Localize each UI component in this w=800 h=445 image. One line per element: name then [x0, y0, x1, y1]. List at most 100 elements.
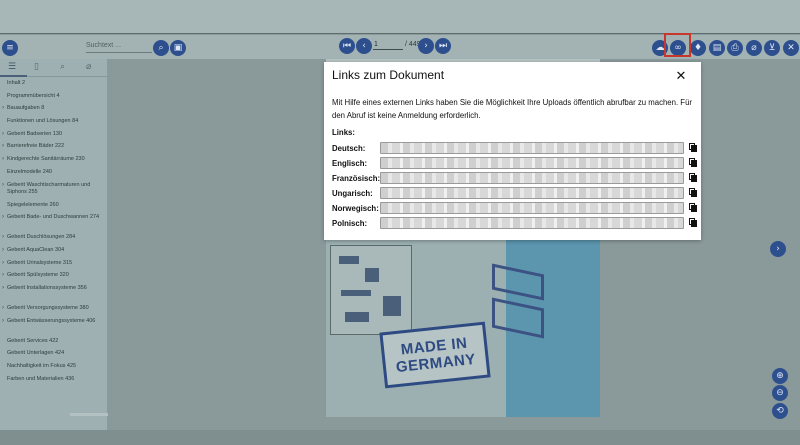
toc-item[interactable]: › Geberit Entwässerungssysteme 406	[2, 318, 106, 338]
cart-icon[interactable]: ⊻	[764, 40, 780, 56]
next-page-icon[interactable]: ›	[418, 38, 434, 54]
top-strip	[0, 0, 800, 34]
book-icon[interactable]: ▤	[709, 40, 725, 56]
link-row: Norwegisch:	[332, 202, 697, 215]
link-url-field[interactable]	[380, 172, 684, 184]
dialog-title: Links zum Dokument	[332, 68, 445, 82]
copy-icon[interactable]	[689, 218, 698, 228]
attachment-icon[interactable]: ⌀	[746, 40, 762, 56]
copy-icon[interactable]	[689, 143, 698, 153]
toc-item[interactable]: › Bauaufgaben 8	[2, 105, 106, 118]
links-dialog: Links zum Dokument ✕ Mit Hilfe eines ext…	[324, 62, 701, 240]
page-tab-icon[interactable]: ▯	[34, 62, 39, 72]
close-viewer-icon[interactable]: ✕	[783, 40, 799, 56]
chevron-right-icon[interactable]: ›	[2, 234, 4, 241]
toc-item-label: Nachhaltigkeit im Fokus 425	[7, 363, 77, 369]
chevron-right-icon[interactable]: ›	[2, 260, 4, 267]
copy-icon[interactable]	[689, 188, 698, 198]
image-search-icon[interactable]: ▣	[170, 40, 186, 56]
toc-item-label: Kindgerechte Sanitärräume 230	[7, 156, 85, 163]
chevron-right-icon[interactable]: ›	[2, 105, 4, 112]
next-page-side-icon[interactable]: ›	[770, 241, 786, 257]
toc-item-label: Barrierefreie Bäder 222	[7, 143, 65, 150]
chevron-right-icon[interactable]: ›	[2, 131, 4, 138]
toc-item-label: Einzelmodelle 240	[7, 168, 52, 175]
close-icon[interactable]: ✕	[673, 69, 689, 85]
toc-item[interactable]: › Kindgerechte Sanitärräume 230	[2, 156, 106, 169]
toc-list: Inhalt 2 Programmübersicht 4 › Bauaufgaben …	[2, 80, 106, 388]
toc-item[interactable]: › Geberit Waschtischarmaturen und Siphons…	[2, 182, 106, 202]
toc-item-label: Geberit Services 422	[7, 337, 59, 344]
toc-item[interactable]: Geberit Services 422	[2, 338, 106, 351]
toc-item-label: Geberit Duschlösungen 284	[7, 234, 76, 241]
prev-page-icon[interactable]: ‹	[356, 38, 372, 54]
link-url-field[interactable]	[380, 187, 684, 199]
chevron-right-icon[interactable]: ›	[2, 143, 4, 150]
copy-icon[interactable]	[689, 173, 698, 183]
toc-item-label: Geberit Badserien 130	[7, 130, 63, 137]
toc-item-label: Geberit Versorgungssysteme 380	[7, 304, 89, 311]
link-url-field[interactable]	[380, 142, 684, 154]
search-input[interactable]: Suchtext ...	[86, 41, 152, 53]
first-page-icon[interactable]: ⏮	[339, 38, 355, 54]
bucket-icon[interactable]: ♦	[690, 40, 706, 56]
toc-item-label: Geberit Entwässerungssysteme 406	[7, 317, 96, 324]
toc-item[interactable]: › Geberit Versorgungssysteme 380	[2, 305, 106, 318]
menu-icon[interactable]: ≡	[2, 40, 18, 56]
toc-item-label: Geberit AquaClean 304	[7, 246, 65, 253]
toc-item[interactable]: › Geberit AquaClean 304	[2, 247, 106, 260]
attachments-tab-icon[interactable]: ⌀	[86, 62, 91, 72]
link-url-field[interactable]	[380, 217, 684, 229]
last-page-icon[interactable]: ⏭	[435, 38, 451, 54]
toc-item[interactable]: › Geberit Bade- und Duschwannen 274	[2, 214, 106, 234]
link-language-label: Ungarisch:	[332, 189, 373, 198]
toc-item[interactable]: › Geberit Spülsysteme 320	[2, 272, 106, 285]
toc-tab-icon[interactable]: ☰	[8, 62, 16, 72]
toc-item[interactable]: Spiegelelemente 260	[2, 202, 106, 215]
chevron-right-icon[interactable]: ›	[2, 156, 4, 163]
toc-item[interactable]: Nachhaltigkeit im Fokus 425	[2, 363, 106, 376]
toc-item[interactable]: Programmübersicht 4	[2, 93, 106, 106]
sidebar: ☰ ▯ ⌕ ⌀ Inhalt 2 Programmübersicht 4 › Baua…	[0, 59, 127, 445]
toc-item[interactable]: Einzelmodelle 240	[2, 169, 106, 182]
search-tab-icon[interactable]: ⌕	[60, 62, 65, 72]
zoom-in-icon[interactable]: ⊕	[772, 368, 788, 384]
chevron-right-icon[interactable]: ›	[2, 318, 4, 325]
chevron-right-icon[interactable]: ›	[2, 272, 4, 279]
chevron-right-icon[interactable]: ›	[2, 182, 4, 189]
toc-item-label: Bauaufgaben 8	[7, 105, 45, 112]
link-row: Deutsch:	[332, 142, 697, 155]
toc-item[interactable]: › Barrierefreie Bäder 222	[2, 143, 106, 156]
link-row: Englisch:	[332, 157, 697, 170]
toc-item[interactable]: › Geberit Urinalsysteme 315	[2, 260, 106, 273]
chevron-right-icon[interactable]: ›	[2, 214, 4, 221]
zoom-reset-icon[interactable]: ⟲	[772, 403, 788, 419]
copy-icon[interactable]	[689, 203, 698, 213]
link-row: Französisch:	[332, 172, 697, 185]
toc-item[interactable]: Geberit Unterlagen 424	[2, 350, 106, 363]
toc-item[interactable]: › Geberit Badserien 130	[2, 131, 106, 144]
toc-item-label: Farben und Materialien 436	[7, 375, 75, 382]
toc-item-label: Programmübersicht 4	[7, 92, 60, 99]
search-icon[interactable]: ⌕	[153, 40, 169, 56]
link-language-label: Englisch:	[332, 159, 368, 168]
toc-item[interactable]: Farben und Materialien 436	[2, 376, 106, 389]
chevron-right-icon[interactable]: ›	[2, 247, 4, 254]
toc-item-label: Geberit Installationssysteme 356	[7, 284, 87, 291]
toc-item[interactable]: › Geberit Duschlösungen 284	[2, 234, 106, 247]
toc-item[interactable]: Inhalt 2	[2, 80, 106, 93]
link-language-label: Deutsch:	[332, 144, 366, 153]
page-number-input[interactable]: 1	[373, 40, 403, 50]
zoom-out-icon[interactable]: ⊖	[772, 385, 788, 401]
toc-item-label: Funktionen und Lösungen 84	[7, 118, 79, 125]
bottom-bar	[0, 430, 800, 445]
print-icon[interactable]: ⎙	[727, 40, 743, 56]
toc-item[interactable]: › Geberit Installationssysteme 356	[2, 285, 106, 305]
chevron-right-icon[interactable]: ›	[2, 305, 4, 312]
copy-icon[interactable]	[689, 158, 698, 168]
toc-item-label: Geberit Urinalsysteme 315	[7, 259, 73, 266]
link-url-field[interactable]	[380, 202, 684, 214]
toc-item[interactable]: Funktionen und Lösungen 84	[2, 118, 106, 131]
link-url-field[interactable]	[380, 157, 684, 169]
chevron-right-icon[interactable]: ›	[2, 285, 4, 292]
